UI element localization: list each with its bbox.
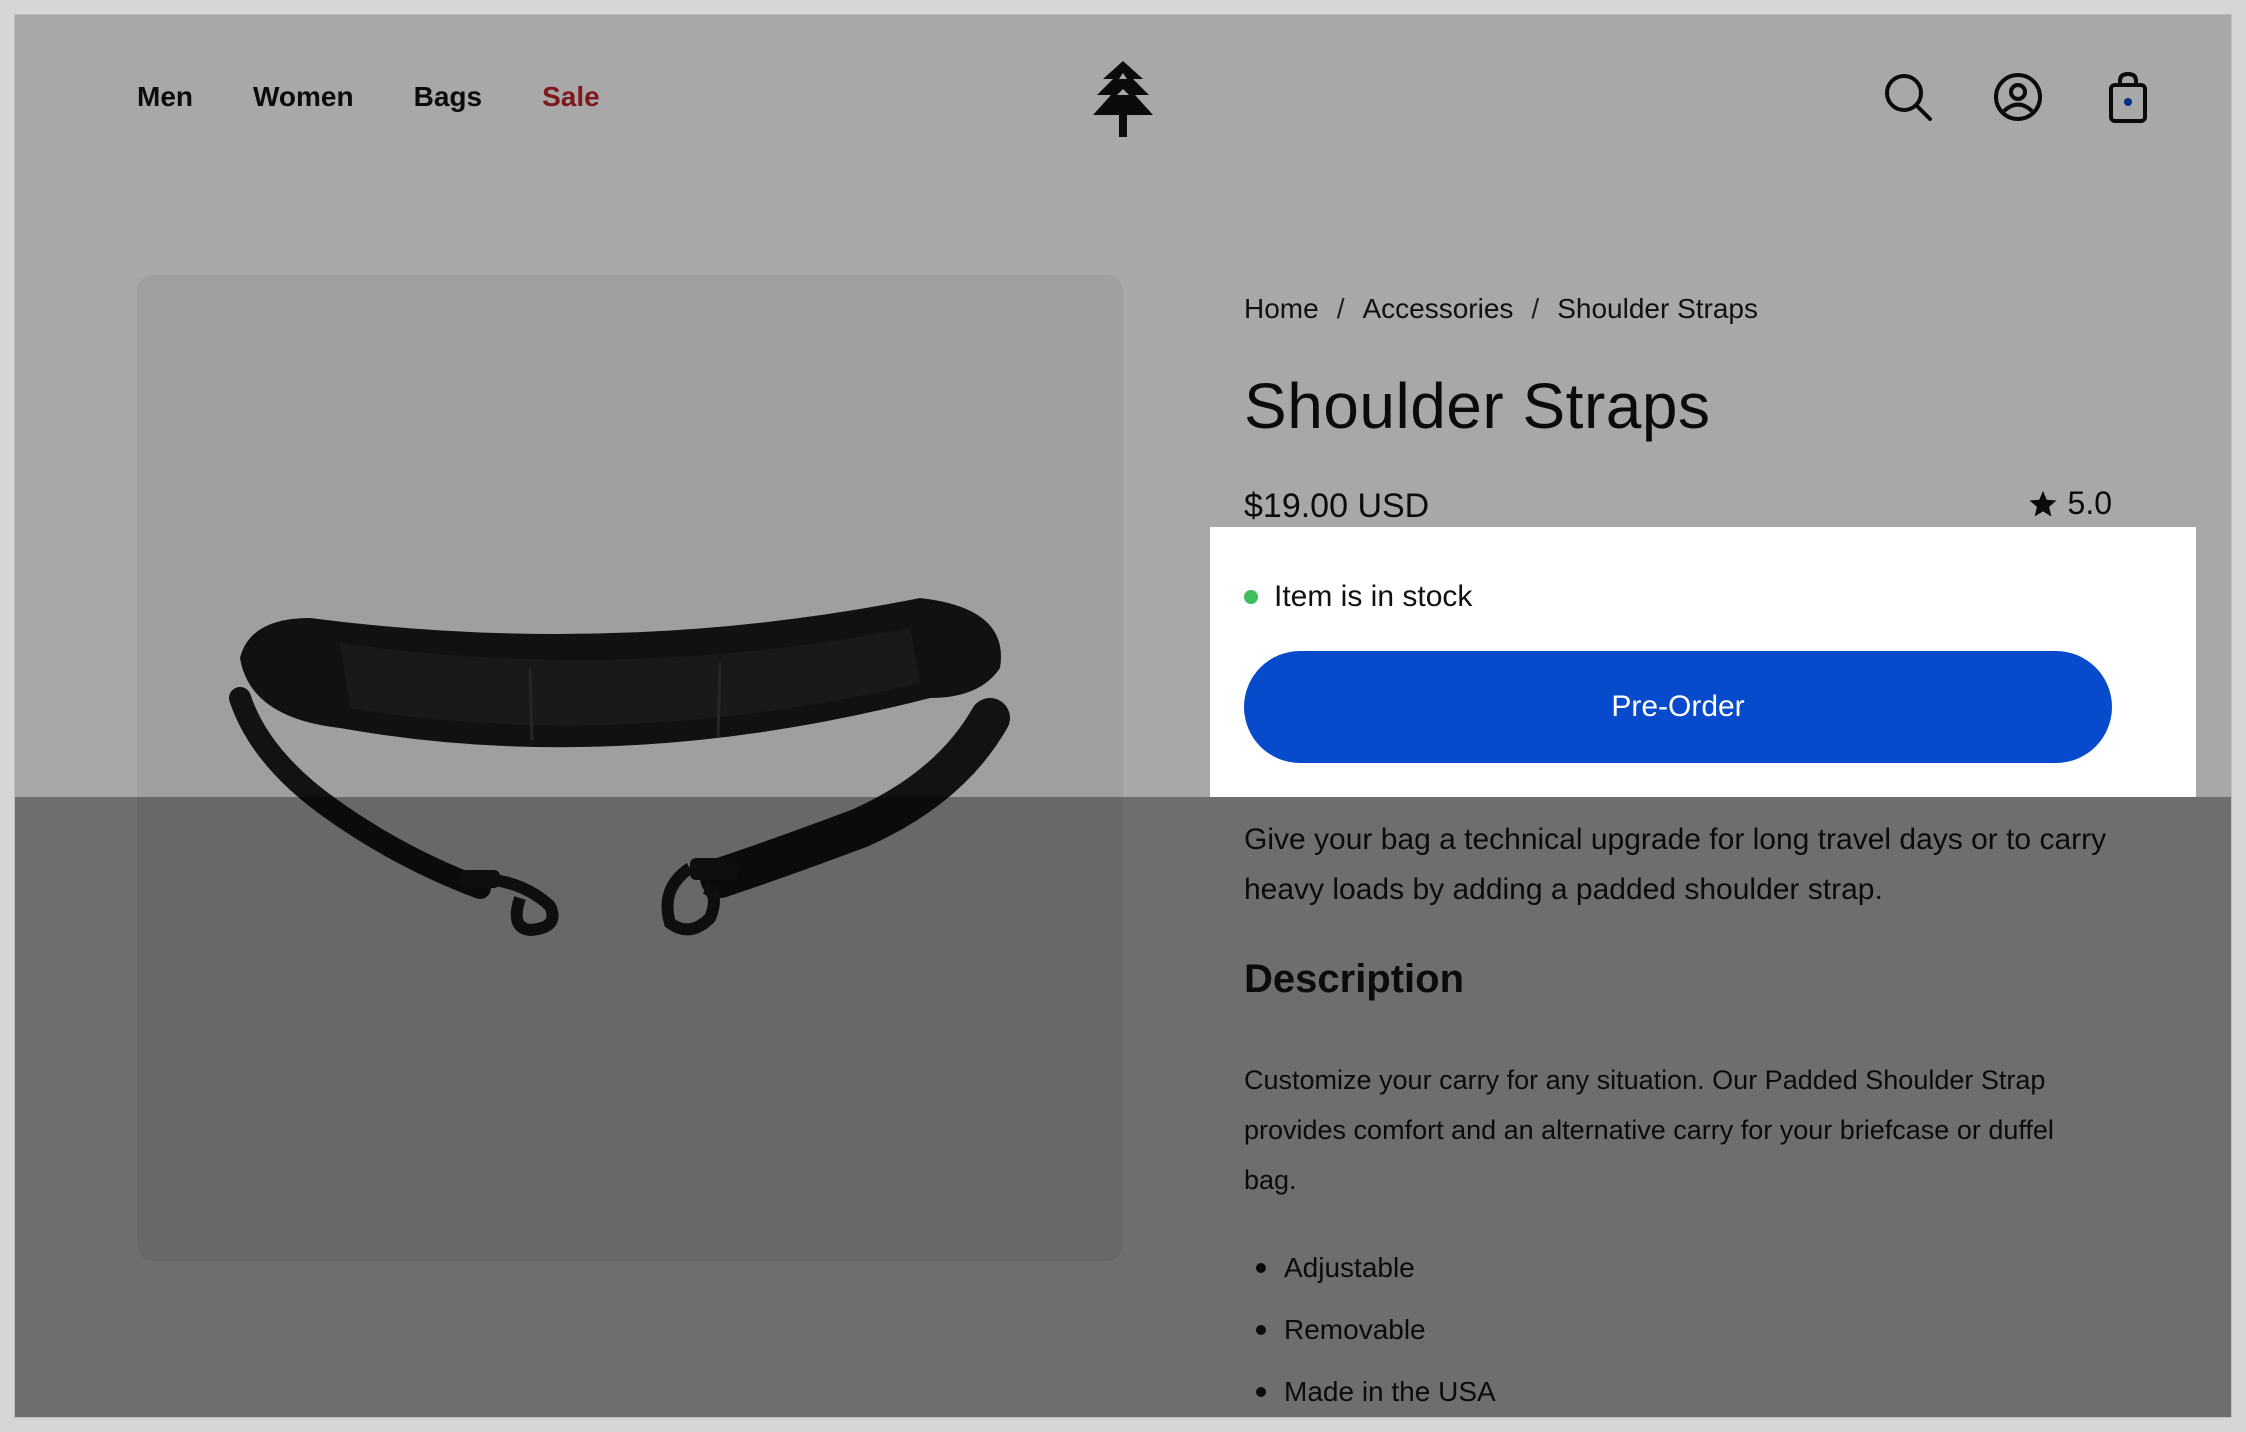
breadcrumb-current: Shoulder Straps [1557, 293, 1758, 324]
stock-status: Item is in stock [1244, 580, 1472, 614]
breadcrumb-accessories[interactable]: Accessories [1362, 293, 1513, 325]
account-icon[interactable] [1993, 69, 2043, 125]
stock-status-text: Item is in stock [1274, 580, 1473, 613]
bullet-icon [1256, 1387, 1266, 1397]
feature-item: Made in the USA [1244, 1361, 1496, 1417]
tree-logo-icon[interactable] [1089, 59, 1157, 139]
product-price: $19.00 USD [1244, 487, 1430, 525]
header-icons [1883, 69, 2153, 125]
nav-bags[interactable]: Bags [414, 81, 482, 113]
search-icon[interactable] [1883, 69, 1933, 125]
product-title: Shoulder Straps [1244, 370, 1711, 442]
in-stock-dot-icon [1244, 590, 1258, 604]
dim-overlay [2196, 527, 2231, 797]
description-heading: Description [1244, 957, 1465, 1001]
description-body: Customize your carry for any situation. … [1244, 1065, 2054, 1195]
shoulder-strap-image [229, 598, 1010, 937]
nav-sale[interactable]: Sale [542, 81, 600, 113]
rating-value: 5.0 [2067, 485, 2112, 521]
page-frame: Men Women Bags Sale Home / Accessories /… [14, 14, 2232, 1418]
breadcrumb-home[interactable]: Home [1244, 293, 1319, 325]
feature-item: Adjustable [1244, 1237, 1496, 1299]
breadcrumb-separator: / [1336, 293, 1345, 324]
main-nav: Men Women Bags Sale [137, 81, 600, 113]
product-rating[interactable]: 5.0 [2028, 485, 2112, 522]
nav-women[interactable]: Women [253, 81, 354, 113]
breadcrumb-separator: / [1531, 293, 1540, 324]
bullet-icon [1256, 1263, 1266, 1273]
product-lead: Give your bag a technical upgrade for lo… [1244, 823, 2107, 906]
feature-item: Removable [1244, 1299, 1496, 1361]
cart-icon[interactable] [2103, 69, 2153, 125]
pre-order-button[interactable]: Pre-Order [1244, 651, 2112, 763]
product-image [137, 275, 1123, 1261]
feature-list: Adjustable Removable Made in the USA [1244, 1237, 1496, 1417]
nav-men[interactable]: Men [137, 81, 193, 113]
star-icon [2029, 490, 2057, 516]
breadcrumb: Home / Accessories / Shoulder Straps [1244, 293, 1758, 325]
bullet-icon [1256, 1325, 1266, 1335]
